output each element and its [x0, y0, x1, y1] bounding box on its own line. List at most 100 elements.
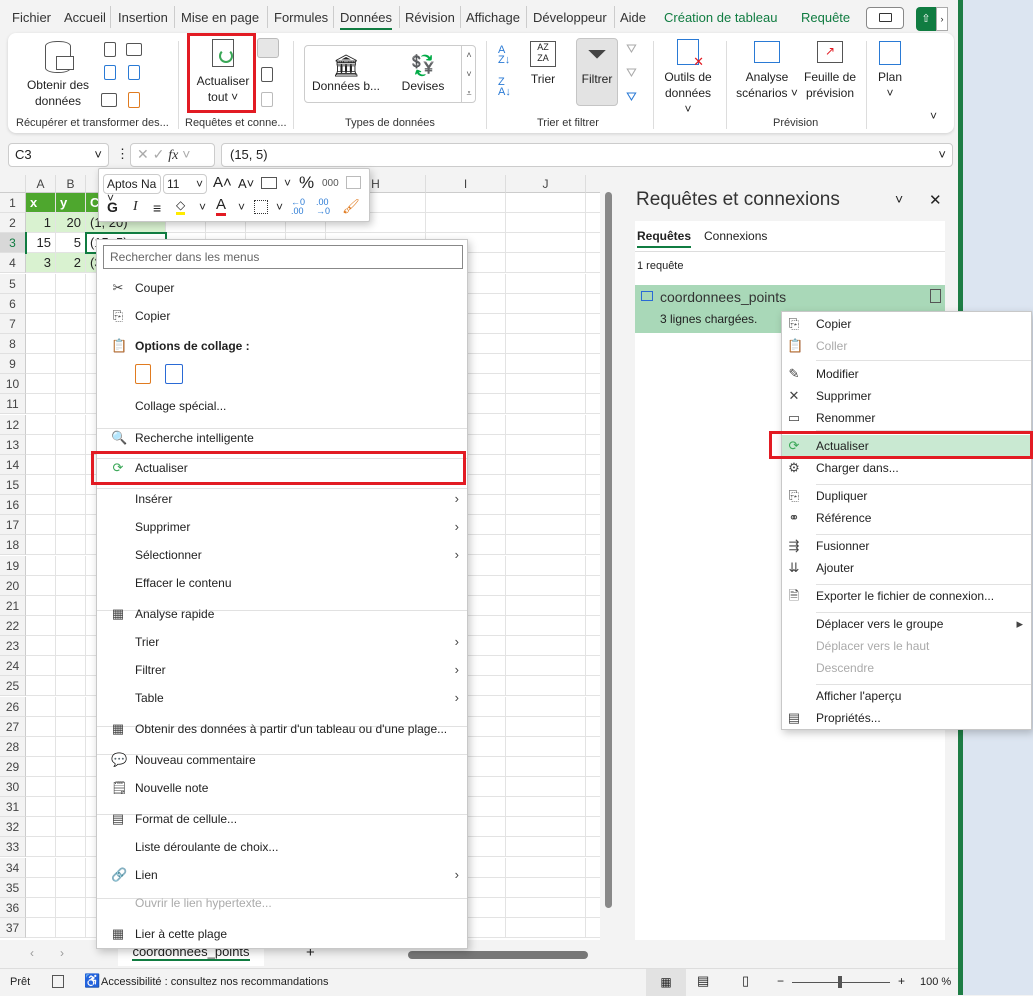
- row-header[interactable]: 10: [0, 374, 26, 395]
- cell[interactable]: [26, 515, 56, 536]
- cell[interactable]: [506, 656, 586, 677]
- data-tools-button[interactable]: ✕ Outils de données ˅: [660, 39, 716, 117]
- cell[interactable]: [586, 757, 600, 777]
- cell[interactable]: [56, 918, 86, 939]
- filter-button[interactable]: ⏷ Filtrer: [576, 38, 618, 106]
- query-menu-item-supprimer[interactable]: ✕ Supprimer: [782, 385, 1031, 407]
- decrease-decimal-icon[interactable]: .00 →0: [316, 198, 330, 216]
- cell[interactable]: [56, 555, 86, 576]
- page-break-view-button[interactable]: ▯: [742, 973, 749, 989]
- tab-connections[interactable]: Connexions: [704, 229, 767, 243]
- menu-item-trier[interactable]: Trier ›: [97, 630, 467, 654]
- row-header[interactable]: 36: [0, 897, 26, 918]
- cell[interactable]: [506, 555, 586, 576]
- cell[interactable]: [506, 756, 586, 777]
- thousands-button[interactable]: 000: [322, 178, 339, 189]
- cell[interactable]: [586, 314, 600, 334]
- comment-button[interactable]: [866, 7, 904, 29]
- cell[interactable]: [26, 535, 56, 556]
- cell[interactable]: [26, 777, 56, 798]
- cell[interactable]: [506, 918, 586, 939]
- cell[interactable]: [26, 897, 56, 918]
- column-header[interactable]: I: [426, 175, 506, 193]
- cell[interactable]: [56, 374, 86, 395]
- cell[interactable]: [26, 454, 56, 475]
- horizontal-scrollbar[interactable]: [400, 949, 605, 961]
- cell[interactable]: [506, 615, 586, 636]
- cell[interactable]: [586, 374, 600, 395]
- cell[interactable]: [586, 918, 600, 939]
- cell[interactable]: [506, 515, 586, 536]
- cell[interactable]: [56, 313, 86, 334]
- cell[interactable]: [26, 575, 56, 596]
- cell[interactable]: [56, 857, 86, 878]
- row-header[interactable]: 12: [0, 414, 26, 435]
- cell[interactable]: [506, 877, 586, 898]
- from-web-icon[interactable]: [104, 65, 116, 80]
- table-cell[interactable]: 2: [56, 253, 86, 274]
- cell[interactable]: [26, 817, 56, 838]
- outline-button[interactable]: Plan ˅: [870, 41, 910, 101]
- cell[interactable]: [26, 656, 56, 677]
- cell[interactable]: [56, 696, 86, 717]
- cell[interactable]: [56, 756, 86, 777]
- row-header[interactable]: 1: [0, 193, 26, 213]
- cell[interactable]: [586, 858, 600, 878]
- table-header-cell[interactable]: x: [26, 193, 56, 213]
- cell[interactable]: [56, 495, 86, 516]
- bold-button[interactable]: G: [107, 199, 118, 215]
- tab-7[interactable]: Affichage: [466, 10, 520, 25]
- cell[interactable]: [26, 736, 56, 757]
- cell[interactable]: [506, 716, 586, 737]
- cell[interactable]: [586, 556, 600, 576]
- cell[interactable]: [26, 495, 56, 516]
- cell[interactable]: [506, 837, 586, 858]
- query-menu-item-r-f-rence[interactable]: ⚭ Référence: [782, 507, 1031, 529]
- cell[interactable]: [586, 737, 600, 757]
- cell[interactable]: [26, 293, 56, 314]
- cell[interactable]: [506, 595, 586, 616]
- data-types-gallery[interactable]: 🏛 Données b... 💱 Devises ˄ ˅ ⩡: [304, 45, 476, 103]
- cell[interactable]: [56, 636, 86, 657]
- query-menu-item-afficher-l-aper-u[interactable]: Afficher l'aperçu: [782, 685, 1031, 707]
- cell[interactable]: [56, 736, 86, 757]
- select-all[interactable]: [0, 175, 26, 193]
- cell[interactable]: [586, 777, 600, 798]
- font-name-select[interactable]: Aptos Na ˅: [103, 174, 161, 205]
- cell[interactable]: [26, 595, 56, 616]
- pane-options-icon[interactable]: ˅: [895, 191, 903, 207]
- menu-item-table[interactable]: Table ›: [97, 686, 467, 710]
- row-header[interactable]: 23: [0, 636, 26, 657]
- tab-2[interactable]: Insertion: [118, 10, 168, 25]
- cell[interactable]: [586, 253, 600, 274]
- sort-ascending-icon[interactable]: A Z↓: [498, 45, 510, 66]
- accessibility-icon[interactable]: ♿: [84, 973, 100, 989]
- paste-option-icon[interactable]: [135, 364, 151, 384]
- row-header[interactable]: 37: [0, 918, 26, 939]
- cell[interactable]: [26, 333, 56, 354]
- row-header[interactable]: 29: [0, 756, 26, 777]
- row-header[interactable]: 14: [0, 454, 26, 475]
- query-menu-item-ajouter[interactable]: ⇊ Ajouter: [782, 557, 1031, 579]
- cell[interactable]: [506, 193, 586, 213]
- cell[interactable]: [586, 475, 600, 495]
- data-type-bank[interactable]: 🏛 Données b...: [309, 54, 383, 94]
- query-menu-item-renommer[interactable]: ▭ Renommer: [782, 407, 1031, 429]
- cell[interactable]: [56, 414, 86, 435]
- cell[interactable]: [506, 474, 586, 495]
- cell[interactable]: [586, 676, 600, 697]
- cell[interactable]: [506, 575, 586, 596]
- cell[interactable]: [586, 797, 600, 818]
- cell[interactable]: [586, 394, 600, 415]
- cell[interactable]: [26, 474, 56, 495]
- row-header[interactable]: 30: [0, 777, 26, 798]
- cell[interactable]: [56, 535, 86, 556]
- menu-search-input[interactable]: Rechercher dans les menus: [103, 245, 463, 269]
- cell[interactable]: [586, 878, 600, 898]
- query-menu-item-fusionner[interactable]: ⇶ Fusionner: [782, 535, 1031, 557]
- cell[interactable]: [26, 394, 56, 415]
- cell[interactable]: [26, 797, 56, 818]
- cell[interactable]: [56, 837, 86, 858]
- menu-item-supprimer[interactable]: Supprimer ›: [97, 515, 467, 539]
- zoom-slider[interactable]: [792, 976, 890, 988]
